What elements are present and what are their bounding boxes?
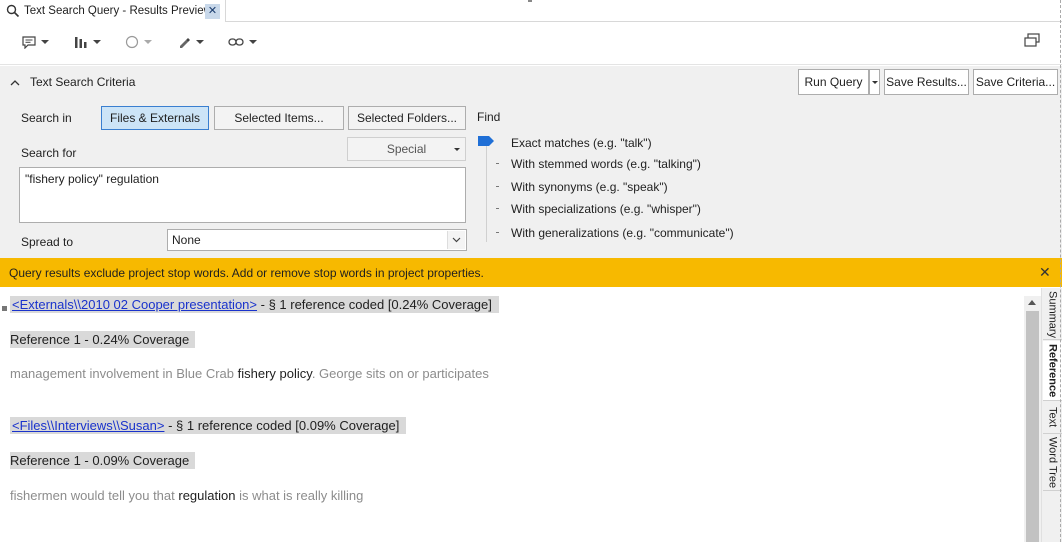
special-label: Special bbox=[386, 142, 427, 156]
search-for-input[interactable]: "fishery policy" regulation bbox=[19, 167, 466, 223]
notification-message: Query results exclude project stop words… bbox=[9, 265, 484, 280]
link-button[interactable] bbox=[228, 32, 257, 52]
result-summary: - § 1 reference coded [0.24% Coverage] bbox=[257, 297, 492, 312]
result-summary: - § 1 reference coded [0.09% Coverage] bbox=[164, 418, 400, 433]
slider-tick bbox=[496, 186, 499, 187]
comment-icon bbox=[22, 35, 36, 49]
reference-text: fishermen would tell you that regulation… bbox=[10, 488, 364, 503]
chevron-down-icon bbox=[93, 40, 101, 44]
search-in-selected-items[interactable]: Selected Items... bbox=[214, 106, 344, 130]
find-option-stemmed[interactable]: With stemmed words (e.g. "talking") bbox=[511, 157, 701, 171]
criteria-title: Text Search Criteria bbox=[30, 75, 136, 89]
search-for-label: Search for bbox=[21, 146, 77, 160]
row-marker bbox=[2, 306, 7, 311]
shape-icon bbox=[125, 35, 139, 49]
results-preview: <Externals\\2010 02 Cooper presentation>… bbox=[0, 288, 1024, 542]
run-query-button[interactable]: Run Query bbox=[798, 69, 869, 95]
close-icon[interactable]: ✕ bbox=[1039, 264, 1051, 280]
scroll-up-arrow-icon[interactable] bbox=[1028, 300, 1036, 305]
reference-label: Reference 1 - 0.09% Coverage bbox=[10, 452, 196, 469]
text-search-criteria-panel: Text Search Criteria Run Query Save Resu… bbox=[0, 66, 1062, 258]
chevron-down-icon bbox=[249, 40, 257, 44]
chevron-down-icon bbox=[447, 231, 465, 249]
chevron-down-icon bbox=[454, 148, 460, 151]
source-link[interactable]: <Externals\\2010 02 Cooper presentation> bbox=[12, 297, 257, 312]
stop-words-notification: Query results exclude project stop words… bbox=[0, 258, 1062, 287]
shape-button[interactable] bbox=[125, 32, 152, 52]
find-slider-track[interactable] bbox=[486, 138, 487, 242]
spread-to-value: None bbox=[172, 233, 201, 247]
tab-title: Text Search Query - Results Preview bbox=[24, 5, 212, 17]
slider-tick bbox=[496, 163, 499, 164]
close-icon[interactable]: ✕ bbox=[205, 4, 220, 19]
save-criteria-button[interactable]: Save Criteria... bbox=[973, 69, 1058, 95]
reference-label: Reference 1 - 0.24% Coverage bbox=[10, 331, 196, 348]
find-slider-thumb[interactable] bbox=[478, 136, 494, 146]
results-scrollbar[interactable] bbox=[1024, 296, 1041, 542]
result-header: <Files\\Interviews\\Susan> - § 1 referen… bbox=[10, 417, 407, 434]
find-option-generalizations[interactable]: With generalizations (e.g. "communicate"… bbox=[511, 226, 734, 240]
find-option-specializations[interactable]: With specializations (e.g. "whisper") bbox=[511, 202, 701, 216]
save-results-button[interactable]: Save Results... bbox=[884, 69, 969, 95]
chart-button[interactable] bbox=[74, 32, 101, 52]
source-link[interactable]: <Files\\Interviews\\Susan> bbox=[12, 418, 164, 433]
comment-button[interactable] bbox=[22, 32, 49, 52]
chart-icon bbox=[75, 36, 87, 48]
window-grip bbox=[528, 0, 532, 2]
reference-text: management involvement in Blue Crab fish… bbox=[10, 366, 489, 381]
tab-bar: Text Search Query - Results Preview ✕ bbox=[0, 0, 1062, 22]
search-match: fishery policy bbox=[237, 366, 312, 381]
spread-to-select[interactable]: None bbox=[167, 229, 467, 251]
highlight-button[interactable] bbox=[177, 32, 204, 52]
chevron-down-icon bbox=[144, 40, 152, 44]
window-restore-icon[interactable] bbox=[1024, 33, 1040, 47]
spread-to-label: Spread to bbox=[21, 235, 74, 249]
window-edge bbox=[1060, 0, 1061, 542]
search-in-selected-folders[interactable]: Selected Folders... bbox=[348, 106, 466, 130]
search-in-files-externals[interactable]: Files & Externals bbox=[101, 106, 209, 130]
slider-tick bbox=[496, 232, 499, 233]
search-in-label: Search in bbox=[21, 111, 72, 125]
search-icon bbox=[6, 4, 20, 18]
find-label: Find bbox=[477, 110, 501, 124]
scrollbar-thumb[interactable] bbox=[1026, 311, 1039, 542]
highlight-icon bbox=[180, 38, 190, 48]
slider-tick bbox=[496, 208, 499, 209]
special-dropdown[interactable]: Special bbox=[347, 137, 466, 161]
tab-results-preview[interactable]: Text Search Query - Results Preview ✕ bbox=[0, 0, 226, 22]
chevron-down-icon bbox=[196, 40, 204, 44]
find-option-synonyms[interactable]: With synonyms (e.g. "speak") bbox=[511, 180, 668, 194]
search-match: regulation bbox=[178, 488, 236, 503]
result-header: <Externals\\2010 02 Cooper presentation>… bbox=[10, 296, 499, 313]
link-icon bbox=[228, 38, 244, 46]
toolbar bbox=[0, 23, 1062, 65]
chevron-up-icon bbox=[10, 79, 20, 85]
run-query-dropdown[interactable] bbox=[869, 69, 880, 95]
find-option-exact[interactable]: Exact matches (e.g. "talk") bbox=[511, 136, 652, 150]
chevron-down-icon bbox=[871, 80, 878, 84]
chevron-down-icon bbox=[41, 40, 49, 44]
criteria-header[interactable]: Text Search Criteria bbox=[10, 75, 135, 89]
side-tabs: Summary Reference Text Word Tree bbox=[1041, 288, 1062, 542]
